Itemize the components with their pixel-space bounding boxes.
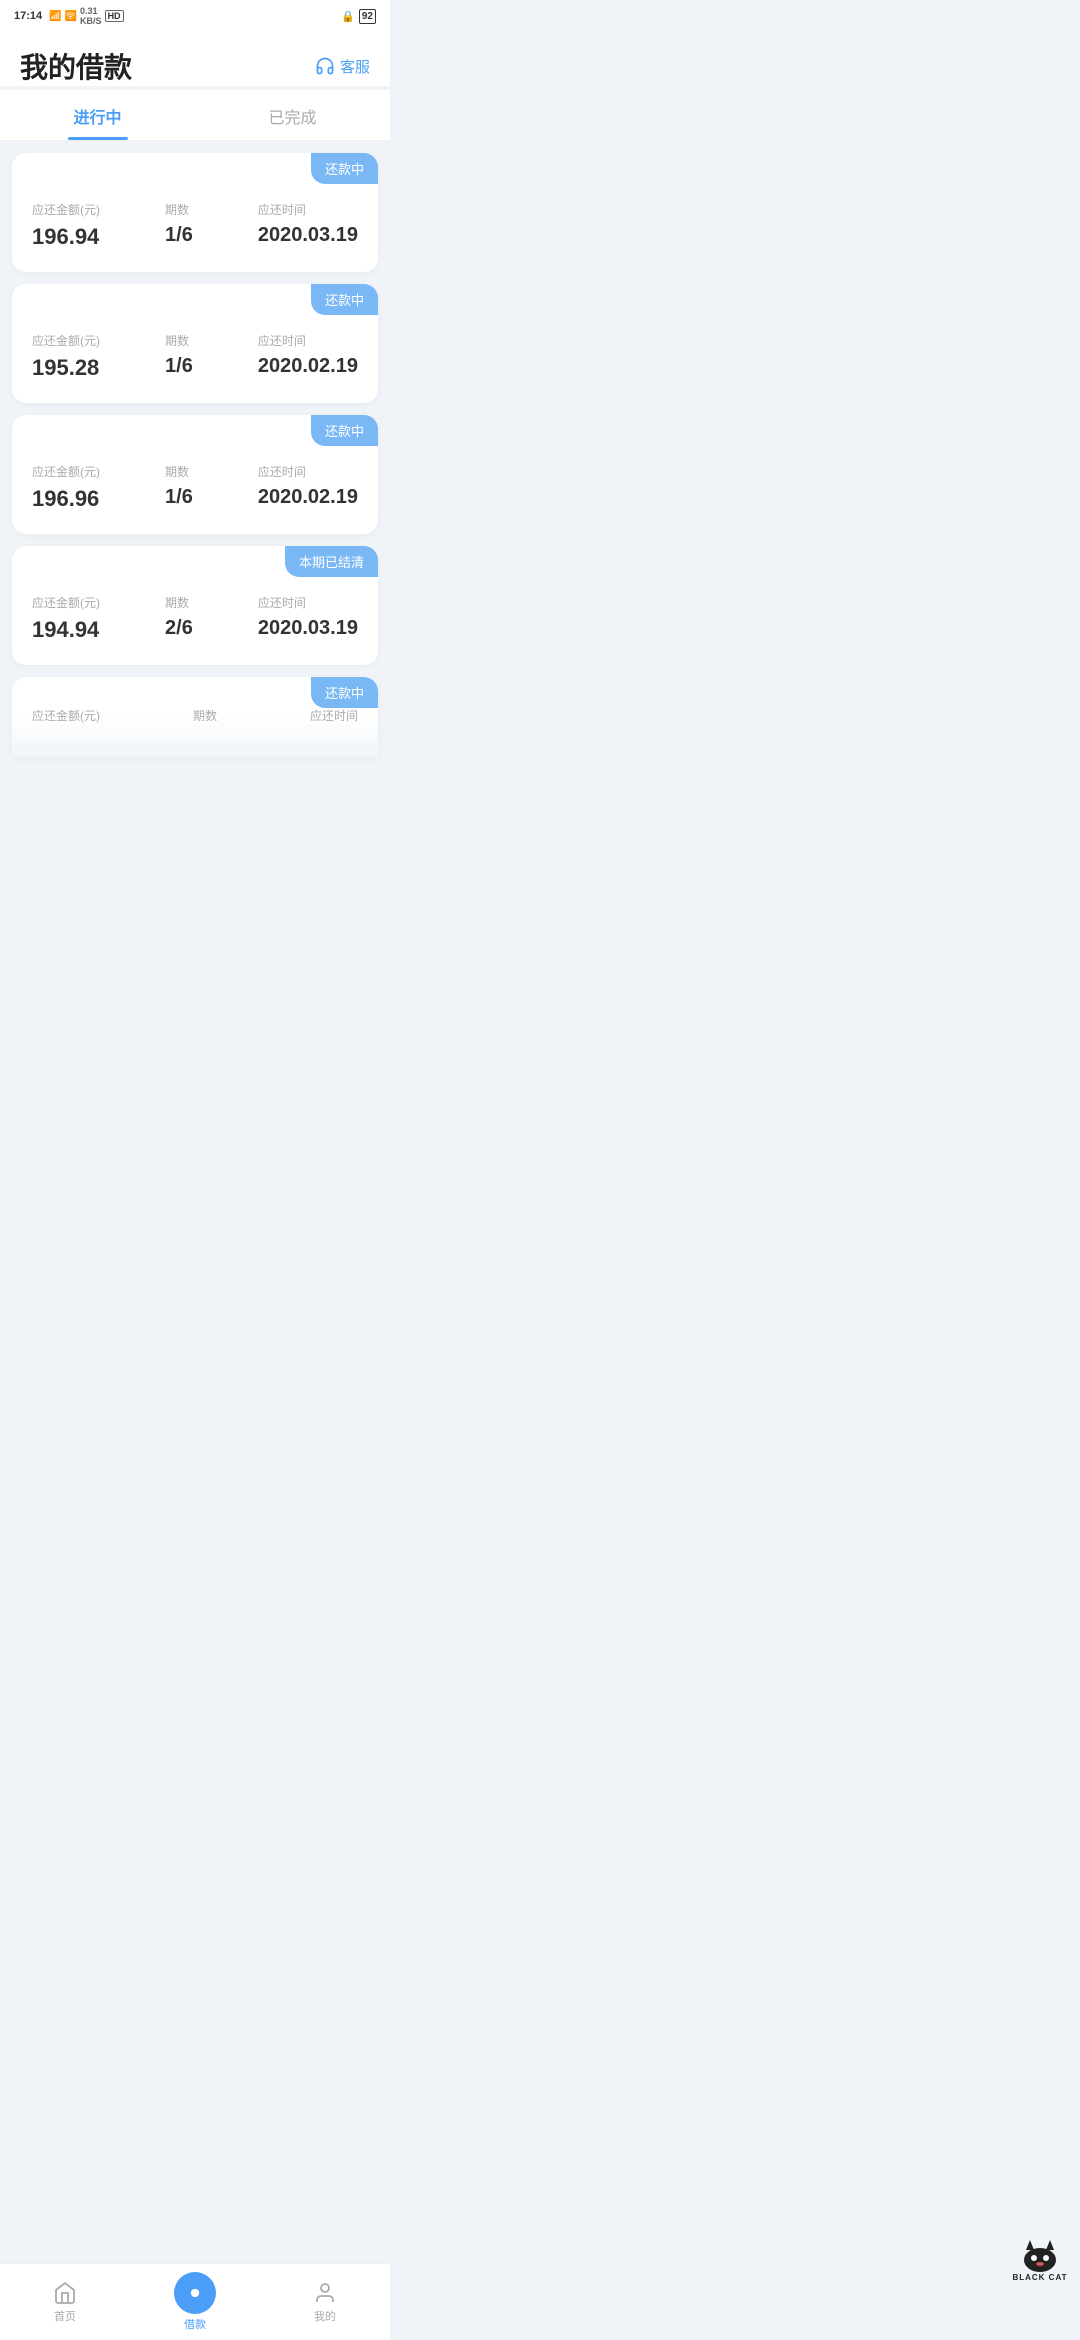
- loan-icon: [185, 2283, 205, 2303]
- period-value-3: 1/6: [165, 486, 193, 509]
- loan-amount-field-1: 应还金额(元) 196.94: [32, 201, 100, 250]
- lock-icon: 🔒: [341, 10, 355, 23]
- home-icon: [53, 2281, 77, 2305]
- profile-icon: [313, 2281, 337, 2305]
- status-badge-1: 还款中: [311, 153, 378, 184]
- period-label-3: 期数: [165, 463, 193, 480]
- nav-loan[interactable]: 借款: [130, 2272, 260, 2340]
- period-label-1: 期数: [165, 201, 193, 218]
- loan-fields-4: 应还金额(元) 194.94 期数 2/6 应还时间 2020.03.19: [32, 594, 358, 643]
- loan-amount-field-4: 应还金额(元) 194.94: [32, 594, 100, 643]
- signal-icon: 📶: [49, 11, 61, 22]
- duedate-value-1: 2020.03.19: [258, 224, 358, 247]
- black-cat-watermark: BLACK CAT: [1000, 2227, 1080, 2282]
- loan-card-4[interactable]: 本期已结清 应还金额(元) 194.94 期数 2/6 应还时间 2020.03…: [12, 546, 378, 665]
- loan-period-field-3: 期数 1/6: [165, 463, 193, 512]
- hd-badge: HD: [105, 10, 124, 22]
- loan-duedate-field-4: 应还时间 2020.03.19: [258, 594, 358, 643]
- black-cat-logo: [1020, 2238, 1060, 2273]
- status-bar: 17:14 📶 🛜 0.31KB/S HD 🔒 92: [0, 0, 390, 30]
- tab-in-progress[interactable]: 进行中: [0, 90, 195, 140]
- period-label-2: 期数: [165, 332, 193, 349]
- period-value-4: 2/6: [165, 617, 193, 640]
- amount-value-3: 196.96: [32, 486, 100, 512]
- battery-indicator: 92: [359, 9, 376, 24]
- period-value-2: 1/6: [165, 355, 193, 378]
- amount-value-1: 196.94: [32, 224, 100, 250]
- service-label: 客服: [340, 56, 370, 77]
- tab-bar: 进行中 已完成: [0, 90, 390, 141]
- duedate-value-4: 2020.03.19: [258, 617, 358, 640]
- status-badge-2: 还款中: [311, 284, 378, 315]
- loan-fields-1: 应还金额(元) 196.94 期数 1/6 应还时间 2020.03.19: [32, 201, 358, 250]
- loan-card-3[interactable]: 还款中 应还金额(元) 196.96 期数 1/6 应还时间 2020.02.1…: [12, 415, 378, 534]
- header: 我的借款 客服: [0, 30, 390, 86]
- status-badge-5: 还款中: [311, 677, 378, 708]
- amount-value-2: 195.28: [32, 355, 100, 381]
- loan-label: 借款: [184, 2316, 206, 2332]
- amount-label-1: 应还金额(元): [32, 201, 100, 218]
- loan-list: 还款中 应还金额(元) 196.94 期数 1/6 应还时间 2020.03.1…: [0, 141, 390, 665]
- home-label: 首页: [54, 2308, 76, 2324]
- loan-period-field-1: 期数 1/6: [165, 201, 193, 250]
- loan-period-field-2: 期数 1/6: [165, 332, 193, 381]
- loan-card-1[interactable]: 还款中 应还金额(元) 196.94 期数 1/6 应还时间 2020.03.1…: [12, 153, 378, 272]
- loan-fields-3: 应还金额(元) 196.96 期数 1/6 应还时间 2020.02.19: [32, 463, 358, 512]
- speed-indicator: 0.31KB/S: [80, 6, 102, 26]
- tab-completed[interactable]: 已完成: [195, 90, 390, 140]
- loan-center-button[interactable]: [174, 2272, 216, 2314]
- loan-card-5-partial: 还款中 应还金额(元) 期数 应还时间: [0, 677, 390, 757]
- page-title: 我的借款: [20, 46, 132, 86]
- amount-label-4: 应还金额(元): [32, 594, 100, 611]
- loan-amount-field-2: 应还金额(元) 195.28: [32, 332, 100, 381]
- period-value-1: 1/6: [165, 224, 193, 247]
- period-label-4: 期数: [165, 594, 193, 611]
- duedate-label-2: 应还时间: [258, 332, 358, 349]
- loan-duedate-field-3: 应还时间 2020.02.19: [258, 463, 358, 512]
- loan-duedate-field-1: 应还时间 2020.03.19: [258, 201, 358, 250]
- black-cat-text: BLACK CAT: [1012, 2273, 1067, 2282]
- duedate-label-1: 应还时间: [258, 201, 358, 218]
- customer-service-button[interactable]: 客服: [315, 56, 370, 77]
- status-left: 17:14 📶 🛜 0.31KB/S HD: [14, 6, 124, 26]
- loan-fields-2: 应还金额(元) 195.28 期数 1/6 应还时间 2020.02.19: [32, 332, 358, 381]
- wifi-icon: 🛜: [65, 11, 77, 22]
- nav-home[interactable]: 首页: [0, 2281, 130, 2332]
- duedate-label-4: 应还时间: [258, 594, 358, 611]
- headset-icon: [315, 56, 335, 76]
- amount-label-3: 应还金额(元): [32, 463, 100, 480]
- amount-label-2: 应还金额(元): [32, 332, 100, 349]
- duedate-value-3: 2020.02.19: [258, 486, 358, 509]
- bottom-nav: 首页 借款 我的: [0, 2263, 390, 2340]
- loan-duedate-field-2: 应还时间 2020.02.19: [258, 332, 358, 381]
- nav-profile[interactable]: 我的: [260, 2281, 390, 2332]
- amount-value-4: 194.94: [32, 617, 100, 643]
- duedate-label-3: 应还时间: [258, 463, 358, 480]
- loan-card-2[interactable]: 还款中 应还金额(元) 195.28 期数 1/6 应还时间 2020.02.1…: [12, 284, 378, 403]
- status-badge-3: 还款中: [311, 415, 378, 446]
- loan-period-field-4: 期数 2/6: [165, 594, 193, 643]
- loan-amount-field-3: 应还金额(元) 196.96: [32, 463, 100, 512]
- profile-label: 我的: [314, 2308, 336, 2324]
- time-display: 17:14: [14, 10, 42, 22]
- duedate-value-2: 2020.02.19: [258, 355, 358, 378]
- status-right: 🔒 92: [341, 9, 376, 24]
- status-badge-4: 本期已结清: [285, 546, 378, 577]
